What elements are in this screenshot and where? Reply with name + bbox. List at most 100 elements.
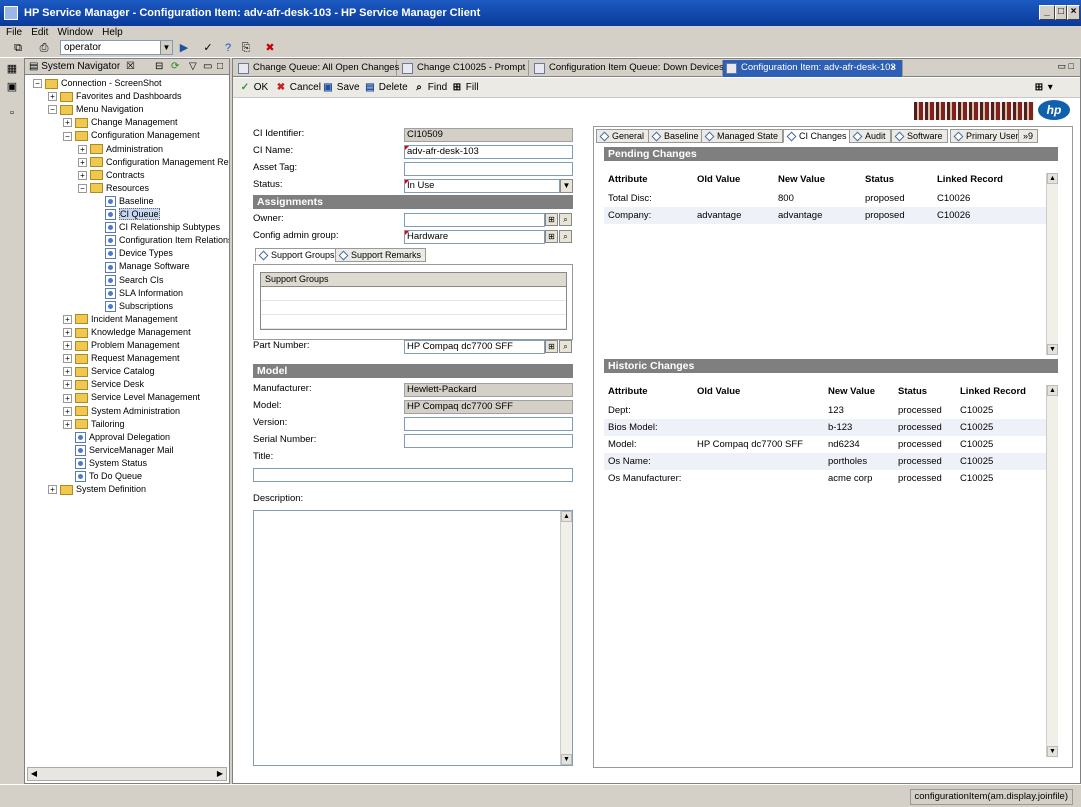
column-header[interactable]: Old Value: [697, 385, 740, 399]
tree-item[interactable]: CI Relationship Subtypes: [93, 221, 220, 234]
table-row[interactable]: Os Manufacturer: acme corp processed C10025: [604, 470, 1048, 487]
chevron-down-icon[interactable]: ▼: [160, 41, 172, 54]
scroll-right-icon[interactable]: ▶: [214, 768, 226, 780]
tree-item[interactable]: + Configuration Management Repor: [78, 156, 229, 169]
tab-support-groups[interactable]: Support Groups: [255, 248, 340, 262]
scroll-up-icon[interactable]: ▲: [1047, 385, 1058, 396]
tree-item[interactable]: SLA Information: [93, 287, 183, 300]
fill-button[interactable]: ⊞ Fill: [451, 82, 479, 94]
scroll-left-icon[interactable]: ◀: [28, 768, 40, 780]
table-row[interactable]: Company: advantage advantage proposed C10026: [604, 207, 1048, 224]
pending-scrollbar[interactable]: ▲ ▼: [1046, 173, 1058, 355]
tree-item[interactable]: + Favorites and Dashboards: [48, 90, 182, 103]
collapse-icon[interactable]: −: [33, 79, 42, 89]
view-menu-icon[interactable]: ▽: [189, 59, 197, 75]
tab-ci-changes[interactable]: CI Changes: [783, 129, 852, 143]
expand-icon[interactable]: +: [63, 393, 72, 403]
tab-configuration-item[interactable]: Configuration Item: adv-afr-desk-103 ×: [723, 60, 903, 77]
copy-icon[interactable]: ⎘: [238, 40, 254, 56]
operator-select[interactable]: operator ▼: [60, 40, 173, 55]
expand-icon[interactable]: +: [63, 354, 72, 364]
scroll-up-icon[interactable]: ▲: [1047, 173, 1058, 184]
tree-item[interactable]: + Knowledge Management: [63, 326, 191, 339]
table-row[interactable]: [261, 315, 566, 329]
part-number-field[interactable]: HP Compaq dc7700 SFF: [404, 340, 545, 354]
table-row[interactable]: Model: HP Compaq dc7700 SFF nd6234 processe…: [604, 436, 1048, 453]
asset-tag-field[interactable]: [404, 162, 573, 176]
table-row[interactable]: Dept: 123 processed C10025: [604, 402, 1048, 419]
tree-item[interactable]: + Change Management: [63, 116, 178, 129]
column-header[interactable]: Linked Record: [937, 173, 1003, 187]
search-icon[interactable]: ⌕: [559, 213, 572, 226]
serial-number-field[interactable]: [404, 434, 573, 448]
expand-icon[interactable]: +: [63, 328, 72, 338]
collapse-icon[interactable]: ⊟: [155, 59, 163, 75]
fill-icon[interactable]: ⊞: [545, 213, 558, 226]
fill-icon[interactable]: ⊞: [545, 340, 558, 353]
version-field[interactable]: [404, 417, 573, 431]
tree-item[interactable]: + Request Management: [63, 352, 180, 365]
more-tabs-button[interactable]: »9: [1018, 129, 1039, 143]
tab-support-remarks[interactable]: Support Remarks: [335, 248, 427, 262]
ok-button[interactable]: ✓ OK: [239, 82, 268, 94]
expand-icon[interactable]: +: [78, 170, 87, 180]
search-icon[interactable]: ⌕: [559, 340, 572, 353]
search-icon[interactable]: ⌕: [559, 230, 572, 243]
expand-icon[interactable]: +: [63, 406, 72, 416]
tree-item[interactable]: Manage Software: [93, 260, 190, 273]
options-button[interactable]: ⊞ ▾: [1033, 82, 1053, 94]
tree-item[interactable]: + Problem Management: [63, 339, 180, 352]
description-scrollbar[interactable]: ▲ ▼: [560, 511, 572, 765]
scroll-down-icon[interactable]: ▼: [1047, 344, 1058, 355]
find-button[interactable]: ⌕ Find: [413, 82, 447, 94]
refresh-icon[interactable]: ⟳: [171, 59, 179, 75]
connect-icon[interactable]: ⧉: [10, 40, 26, 56]
maximize-view-icon[interactable]: □: [217, 59, 223, 75]
expand-icon[interactable]: +: [63, 341, 72, 351]
column-header[interactable]: Attribute: [608, 385, 648, 399]
scroll-up-icon[interactable]: ▲: [561, 511, 572, 522]
close-button[interactable]: ×: [1067, 5, 1080, 20]
tree-item[interactable]: + Service Level Management: [63, 391, 200, 404]
expand-icon[interactable]: +: [78, 157, 87, 167]
tree-item[interactable]: CI Queue: [93, 208, 160, 221]
support-groups-table[interactable]: Support Groups: [260, 272, 567, 330]
column-header[interactable]: Old Value: [697, 173, 740, 187]
fill-icon[interactable]: ⊞: [545, 230, 558, 243]
table-row[interactable]: Os Name: portholes processed C10025: [604, 453, 1048, 470]
status-select[interactable]: In Use: [404, 179, 560, 193]
expand-icon[interactable]: +: [63, 419, 72, 429]
tree-item[interactable]: + Contracts: [78, 169, 145, 182]
tree-item[interactable]: + Service Catalog: [63, 365, 155, 378]
tab-change-queue[interactable]: Change Queue: All Open Changes: [235, 60, 399, 77]
title-field[interactable]: [253, 468, 573, 482]
tree-item[interactable]: Configuration Item Relationsh: [93, 234, 229, 247]
expand-icon[interactable]: +: [63, 314, 72, 324]
tree-item[interactable]: − Menu Navigation: [48, 103, 144, 116]
expand-icon[interactable]: +: [78, 144, 87, 154]
table-row[interactable]: [261, 301, 566, 315]
tree-item[interactable]: ServiceManager Mail: [63, 444, 174, 457]
minimize-button[interactable]: _: [1039, 5, 1055, 20]
table-row[interactable]: Total Disc: 800 proposed C10026: [604, 190, 1048, 207]
tab-primary-user[interactable]: Primary User: [950, 129, 1024, 143]
tab-general[interactable]: General: [596, 129, 650, 143]
navigator-hscrollbar[interactable]: ◀ ▶: [27, 767, 227, 781]
owner-field[interactable]: [404, 213, 545, 227]
historic-scrollbar[interactable]: ▲ ▼: [1046, 385, 1058, 757]
column-header[interactable]: Linked Record: [960, 385, 1026, 399]
print-icon[interactable]: ⎙: [36, 40, 52, 56]
chevron-down-icon[interactable]: ▼: [560, 179, 573, 193]
column-header[interactable]: Status: [898, 385, 927, 399]
tab-ci-queue[interactable]: Configuration Item Queue: Down Devices: [531, 60, 724, 77]
tree-item[interactable]: Device Types: [93, 247, 173, 260]
table-row[interactable]: Bios Model: b-123 processed C10025: [604, 419, 1048, 436]
collapse-icon[interactable]: −: [78, 183, 87, 193]
tree-item[interactable]: To Do Queue: [63, 470, 142, 483]
table-row[interactable]: [261, 287, 566, 301]
help-icon[interactable]: ?: [220, 40, 236, 56]
tree-item[interactable]: + System Definition: [48, 483, 146, 496]
delete-icon[interactable]: ✖: [262, 40, 278, 56]
expand-icon[interactable]: +: [63, 118, 72, 128]
minimize-editor-icon[interactable]: ▭ □: [1058, 61, 1074, 72]
